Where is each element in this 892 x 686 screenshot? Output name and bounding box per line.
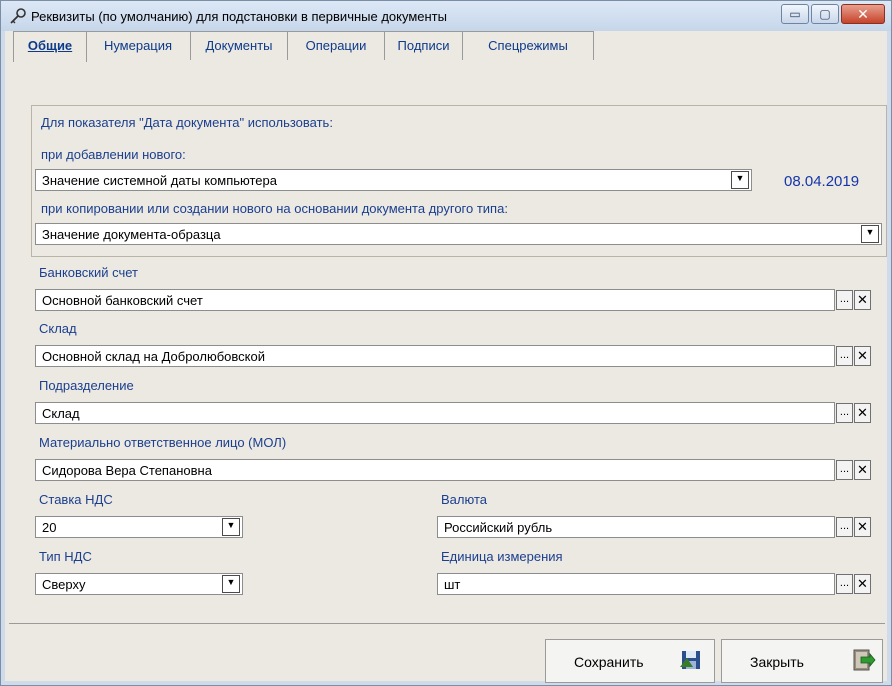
chevron-down-icon: ▼ [226,520,236,530]
minimize-button[interactable]: ▭ [781,4,809,24]
on-copy-label: при копировании или создании нового на о… [41,201,508,216]
key-icon [10,8,26,24]
on-add-label: при добавлении нового: [41,147,186,162]
on-copy-date-select[interactable]: Значение документа-образца ▼ [35,223,882,245]
vat-type-label: Тип НДС [39,549,92,564]
vat-rate-dropdown-button[interactable]: ▼ [222,518,240,536]
unit-clear-button[interactable]: ✕ [854,574,871,594]
bank-account-label: Банковский счет [39,265,138,280]
mol-value: Сидорова Вера Степановна [42,463,212,478]
division-value: Склад [42,406,80,421]
close-window-button[interactable]: ✕ [841,4,885,24]
vat-type-dropdown-button[interactable]: ▼ [222,575,240,593]
warehouse-field[interactable]: Основной склад на Добролюбовской [35,345,835,367]
exit-door-icon [853,649,876,671]
close-button-label: Закрыть [750,654,804,670]
mol-label: Материально ответственное лицо (МОЛ) [39,435,287,450]
tab-special-modes[interactable]: Спецрежимы [463,31,594,60]
vat-rate-value: 20 [42,520,57,535]
vat-rate-select[interactable]: 20 ▼ [35,516,243,538]
vat-rate-label: Ставка НДС [39,492,113,507]
date-section-heading: Для показателя "Дата документа" использо… [41,115,333,130]
close-button[interactable]: Закрыть [721,639,883,683]
on-add-value: Значение системной даты компьютера [42,173,277,188]
mol-clear-button[interactable]: ✕ [854,460,871,480]
window-title: Реквизиты (по умолчанию) для подстановки… [31,9,447,24]
bank-account-clear-button[interactable]: ✕ [854,290,871,310]
currency-field[interactable]: Российский рубль [437,516,835,538]
unit-value: шт [444,577,461,592]
vat-type-select[interactable]: Сверху ▼ [35,573,243,595]
division-clear-button[interactable]: ✕ [854,403,871,423]
division-label: Подразделение [39,378,134,393]
footer-divider [9,623,885,624]
warehouse-browse-button[interactable]: ... [836,346,853,366]
system-date: 08.04.2019 [784,173,860,190]
save-button[interactable]: Сохранить [545,639,715,683]
tab-general[interactable]: Общие [13,31,87,62]
tab-numbering[interactable]: Нумерация [86,31,191,60]
close-icon: ✕ [857,6,869,22]
on-add-dropdown-button[interactable]: ▼ [731,171,749,189]
chevron-down-icon: ▼ [735,173,745,183]
on-copy-dropdown-button[interactable]: ▼ [861,225,879,243]
title-bar[interactable]: Реквизиты (по умолчанию) для подстановки… [1,1,891,31]
warehouse-label: Склад [39,321,77,336]
chevron-down-icon: ▼ [226,577,236,587]
vat-type-value: Сверху [42,577,86,592]
maximize-button[interactable]: ▢ [811,4,839,24]
tab-operations[interactable]: Операции [288,31,385,60]
currency-value: Российский рубль [444,520,553,535]
save-disk-icon [680,651,700,669]
bank-account-value: Основной банковский счет [42,293,203,308]
mol-browse-button[interactable]: ... [836,460,853,480]
unit-label: Единица измерения [441,549,563,564]
bank-account-browse-button[interactable]: ... [836,290,853,310]
division-browse-button[interactable]: ... [836,403,853,423]
warehouse-clear-button[interactable]: ✕ [854,346,871,366]
currency-label: Валюта [441,492,487,507]
maximize-icon: ▢ [819,7,831,21]
on-copy-value: Значение документа-образца [42,227,221,242]
mol-field[interactable]: Сидорова Вера Степановна [35,459,835,481]
tab-signatures[interactable]: Подписи [385,31,463,60]
bank-account-field[interactable]: Основной банковский счет [35,289,835,311]
unit-field[interactable]: шт [437,573,835,595]
dialog-window: Реквизиты (по умолчанию) для подстановки… [0,0,892,686]
currency-clear-button[interactable]: ✕ [854,517,871,537]
tab-documents[interactable]: Документы [191,31,288,60]
chevron-down-icon: ▼ [865,227,875,237]
division-field[interactable]: Склад [35,402,835,424]
save-button-label: Сохранить [574,654,644,670]
on-add-date-select[interactable]: Значение системной даты компьютера ▼ [35,169,752,191]
unit-browse-button[interactable]: ... [836,574,853,594]
minimize-icon: ▭ [789,7,801,21]
warehouse-value: Основной склад на Добролюбовской [42,349,265,364]
currency-browse-button[interactable]: ... [836,517,853,537]
